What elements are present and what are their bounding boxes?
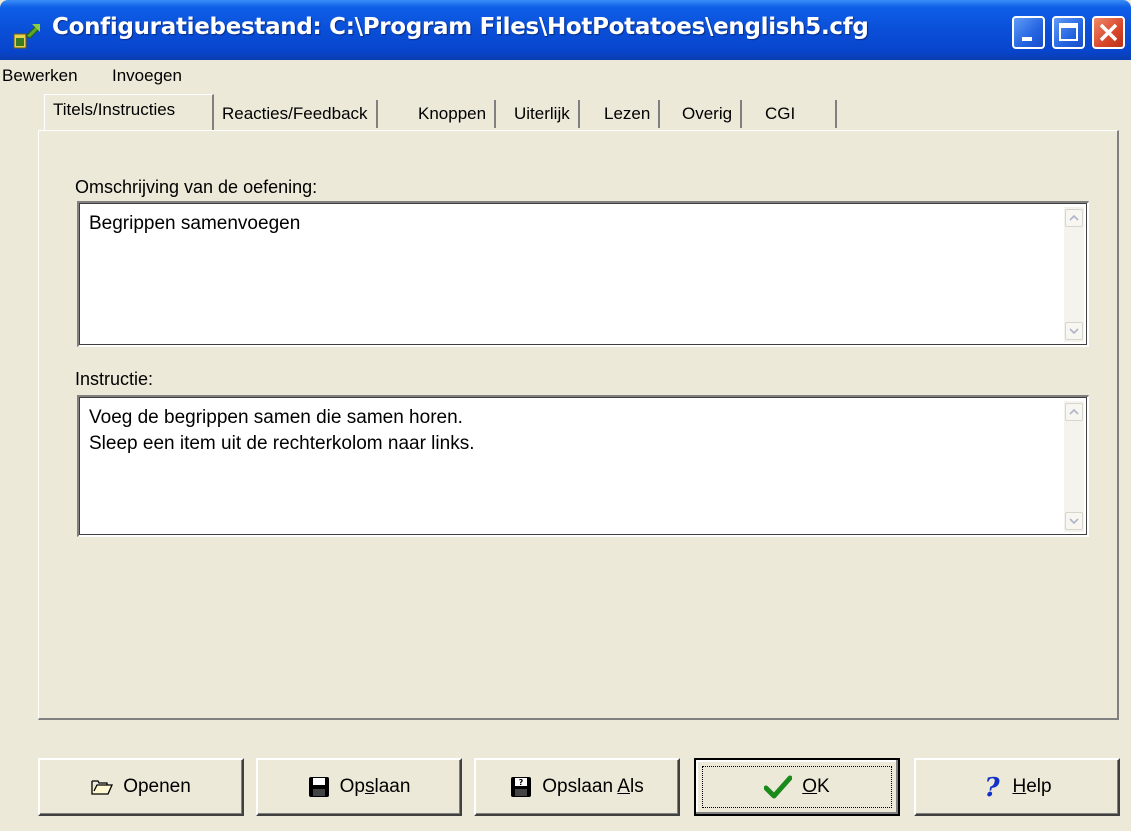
save-button[interactable]: Opslaan [256, 758, 462, 816]
tab-reacties-feedback[interactable]: Reacties/Feedback [214, 100, 378, 128]
svg-text:?: ? [985, 774, 1001, 800]
maximize-icon [1059, 23, 1078, 41]
instruction-text: Voeg de begrippen samen die samen horen.… [89, 407, 475, 454]
save-as-label: Opslaan Als [542, 776, 644, 797]
minimize-icon [1022, 37, 1032, 41]
tab-uiterlijk[interactable]: Uiterlijk [506, 100, 580, 128]
description-textarea[interactable]: Begrippen samenvoegen [77, 201, 1089, 347]
save-as-button[interactable]: ? Opslaan Als [474, 758, 680, 816]
close-button[interactable] [1092, 16, 1125, 49]
folder-open-icon [91, 778, 114, 796]
scroll-up-button[interactable] [1065, 209, 1083, 227]
app-icon [13, 23, 41, 49]
instruction-scrollbar[interactable] [1064, 401, 1084, 532]
title-bar[interactable]: Configuratiebestand: C:\Program Files\Ho… [0, 0, 1131, 60]
description-scrollbar[interactable] [1064, 207, 1084, 342]
scroll-up-button[interactable] [1065, 403, 1083, 421]
help-button[interactable]: ? Help [914, 758, 1120, 816]
maximize-button[interactable] [1052, 16, 1085, 49]
open-label: Openen [123, 776, 191, 797]
tab-overig[interactable]: Overig [674, 100, 743, 128]
config-window: Configuratiebestand: C:\Program Files\Ho… [0, 0, 1131, 831]
chevron-down-icon [1069, 328, 1079, 335]
window-title: Configuratiebestand: C:\Program Files\Ho… [52, 14, 869, 40]
description-text: Begrippen samenvoegen [89, 213, 301, 234]
focus-rect [702, 766, 892, 808]
tab-knoppen[interactable]: Knoppen [410, 100, 497, 128]
chevron-down-icon [1069, 518, 1079, 525]
save-as-icon: ? [510, 776, 532, 798]
close-icon [1099, 23, 1118, 42]
tab-lezen[interactable]: Lezen [596, 100, 661, 128]
menu-bar: Bewerken Invoegen [0, 60, 1131, 90]
chevron-up-icon [1069, 214, 1079, 221]
menu-invoegen[interactable]: Invoegen [112, 66, 182, 86]
tab-titels-instructies[interactable]: Titels/Instructies [44, 94, 214, 130]
tab-panel: Omschrijving van de oefening: Begrippen … [38, 130, 1119, 720]
menu-bewerken[interactable]: Bewerken [2, 66, 78, 86]
help-label: Help [1012, 776, 1052, 797]
description-label: Omschrijving van de oefening: [75, 177, 318, 197]
svg-text:?: ? [519, 778, 524, 787]
tab-strip: Titels/Instructies Reacties/Feedback Kno… [0, 92, 1131, 132]
instruction-textarea[interactable]: Voeg de begrippen samen die samen horen.… [77, 395, 1089, 537]
question-mark-icon: ? [982, 774, 1002, 800]
scroll-down-button[interactable] [1065, 322, 1083, 340]
floppy-disk-icon [308, 776, 330, 798]
ok-button[interactable]: OK [694, 758, 900, 816]
save-label: Opslaan [339, 776, 411, 797]
scroll-down-button[interactable] [1065, 512, 1083, 530]
tab-cgi[interactable]: CGI [757, 100, 837, 128]
open-button[interactable]: Openen [38, 758, 244, 816]
instruction-label: Instructie: [75, 369, 154, 389]
chevron-up-icon [1069, 408, 1079, 415]
minimize-button[interactable] [1012, 16, 1045, 49]
